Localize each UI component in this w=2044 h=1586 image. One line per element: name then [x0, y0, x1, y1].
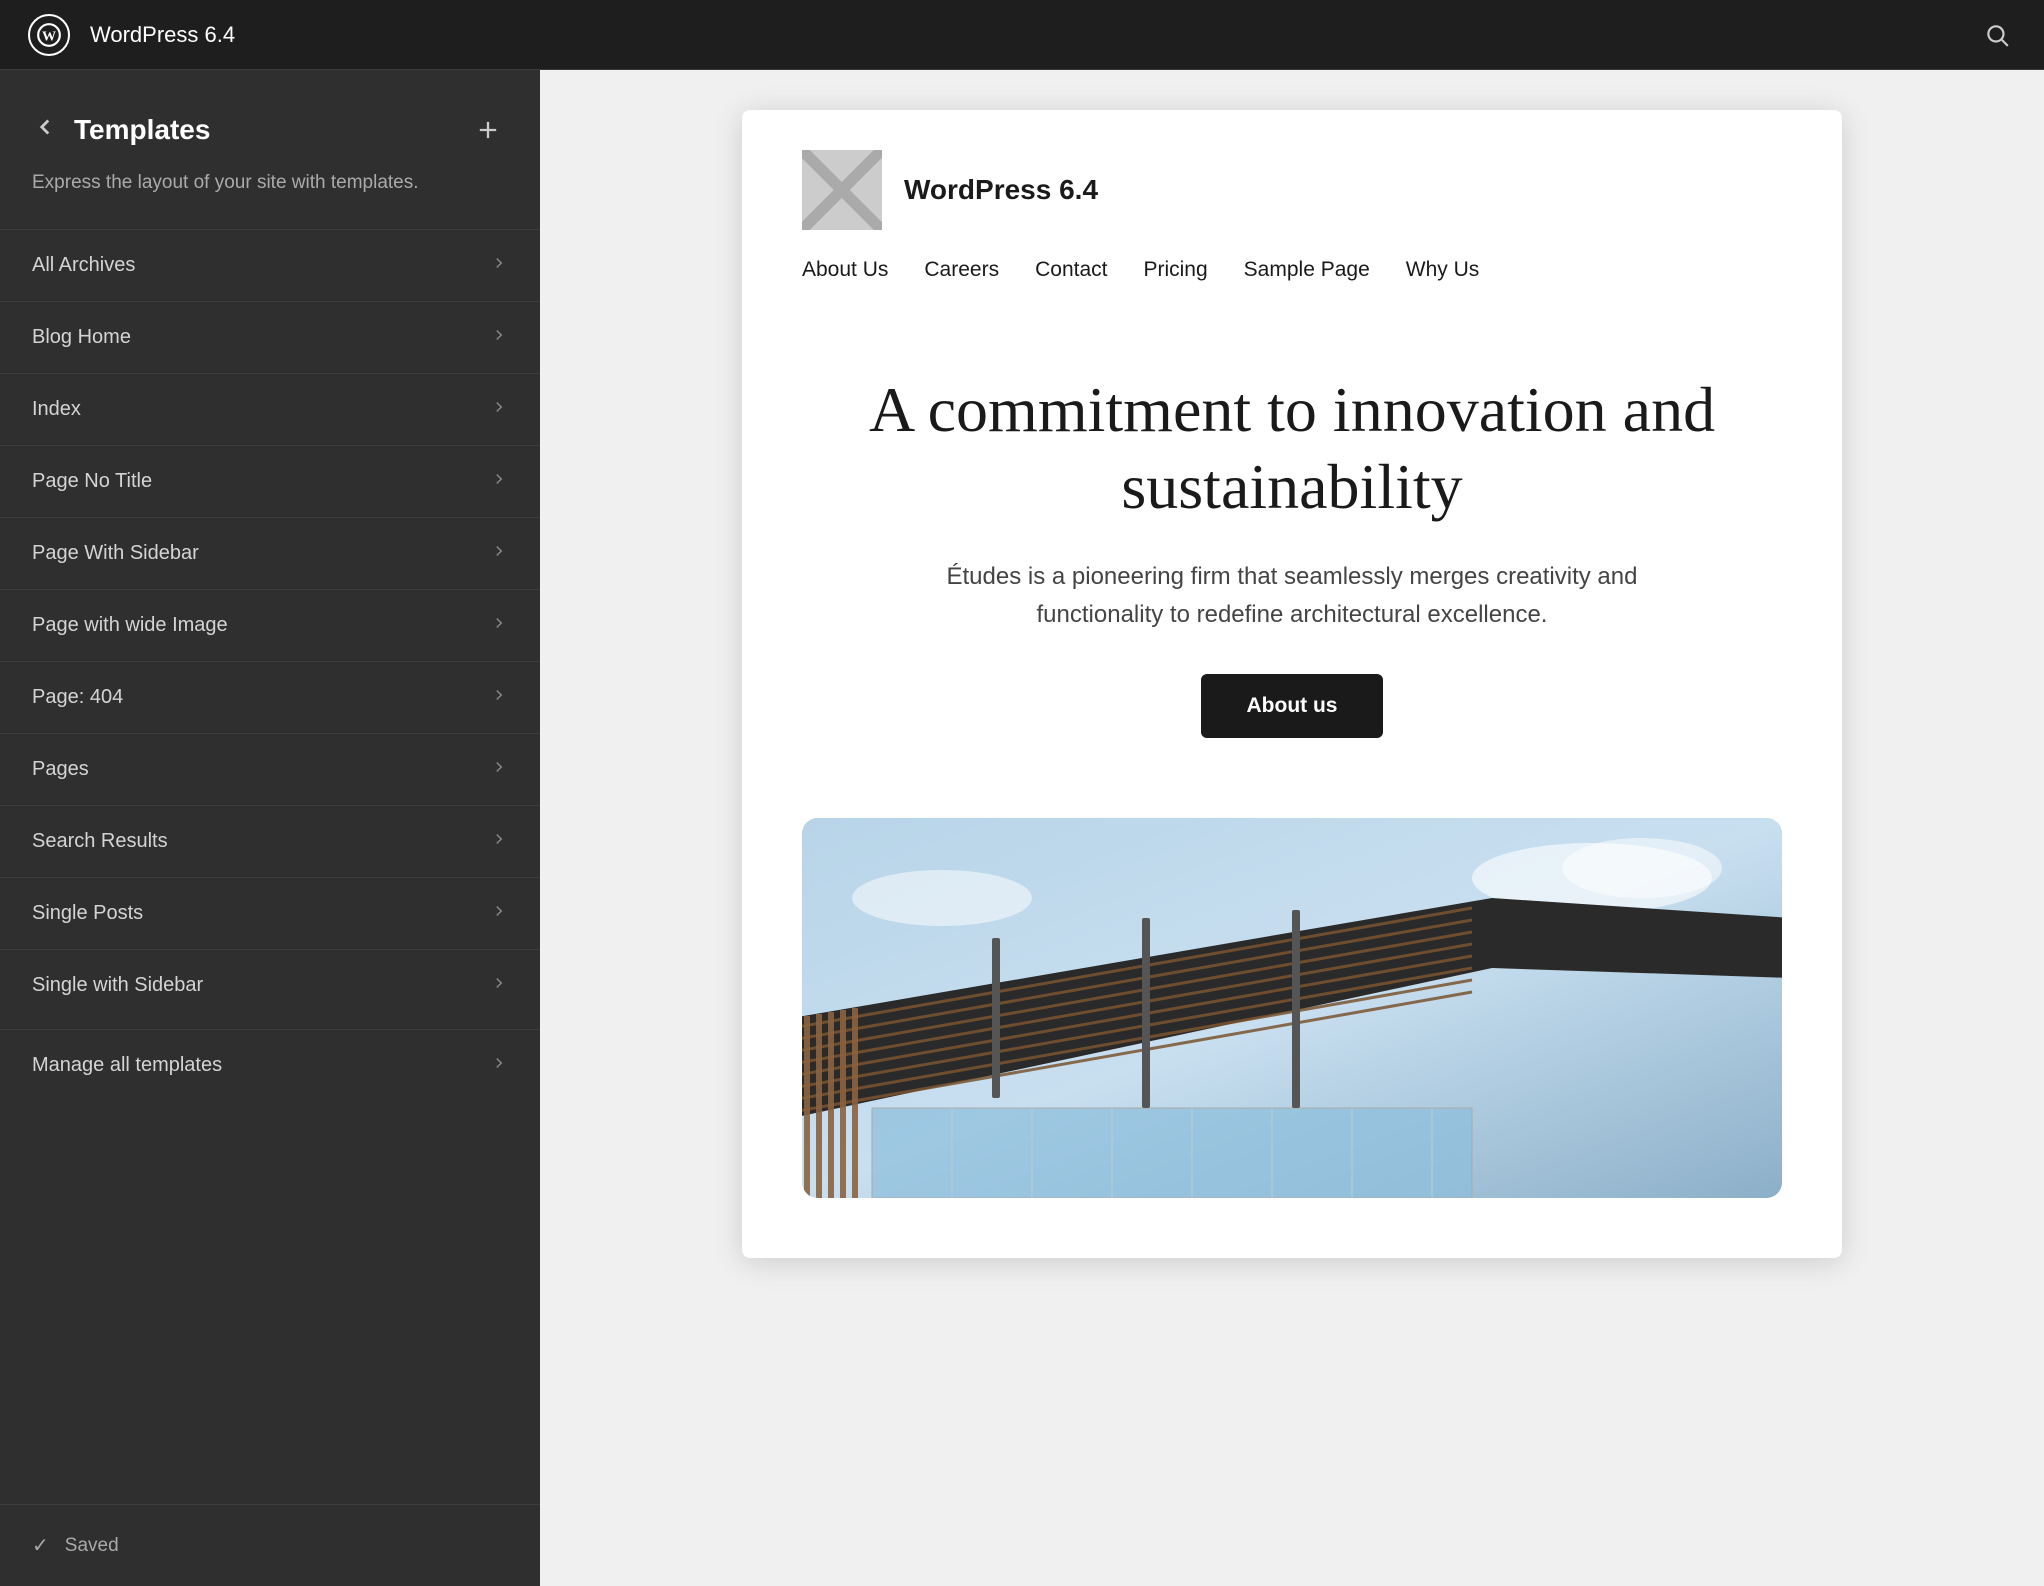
- add-template-button[interactable]: [468, 110, 508, 150]
- sidebar-item-label: Blog Home: [32, 326, 131, 349]
- sidebar-nav: All Archives Blog Home Index Page No T: [0, 229, 540, 1504]
- sidebar: Templates Express the layout of your sit…: [0, 70, 540, 1586]
- chevron-right-icon: [490, 614, 508, 637]
- site-logo: [802, 150, 882, 230]
- sidebar-item-page-404[interactable]: Page: 404: [0, 661, 540, 733]
- chevron-right-icon: [490, 398, 508, 421]
- chevron-right-icon: [490, 542, 508, 565]
- main-area: Templates Express the layout of your sit…: [0, 70, 2044, 1586]
- hero-cta-button[interactable]: About us: [1201, 674, 1384, 738]
- wp-logo[interactable]: W: [28, 14, 70, 56]
- sidebar-item-index[interactable]: Index: [0, 373, 540, 445]
- saved-check-icon: ✓: [32, 1533, 49, 1558]
- sidebar-item-label: Page: 404: [32, 686, 123, 709]
- hero-title: A commitment to innovation and sustainab…: [822, 372, 1762, 526]
- sidebar-item-label: Page with wide Image: [32, 614, 228, 637]
- chevron-right-icon: [490, 686, 508, 709]
- site-preview: WordPress 6.4 About Us Careers Contact Pric…: [742, 110, 1842, 1258]
- back-button[interactable]: [32, 114, 58, 147]
- sidebar-header: Templates: [0, 70, 540, 170]
- sidebar-item-search-results[interactable]: Search Results: [0, 805, 540, 877]
- sidebar-item-pages[interactable]: Pages: [0, 733, 540, 805]
- svg-text:W: W: [42, 28, 56, 44]
- nav-item-pricing[interactable]: Pricing: [1143, 258, 1207, 282]
- manage-all-templates[interactable]: Manage all templates: [0, 1029, 540, 1101]
- sidebar-description: Express the layout of your site with tem…: [0, 170, 540, 229]
- top-bar-title: WordPress 6.4: [90, 22, 1958, 48]
- preview-area: WordPress 6.4 About Us Careers Contact Pric…: [540, 70, 2044, 1586]
- sidebar-item-single-posts[interactable]: Single Posts: [0, 877, 540, 949]
- sidebar-footer: ✓ Saved: [0, 1504, 540, 1586]
- sidebar-title: Templates: [74, 114, 210, 146]
- chevron-right-icon: [490, 254, 508, 277]
- sidebar-item-page-with-wide-image[interactable]: Page with wide Image: [0, 589, 540, 661]
- chevron-right-icon: [490, 470, 508, 493]
- site-brand-name: WordPress 6.4: [904, 174, 1098, 206]
- sidebar-item-label: Pages: [32, 758, 89, 781]
- sidebar-item-label: Page No Title: [32, 470, 152, 493]
- chevron-right-icon: [490, 830, 508, 853]
- top-bar: W WordPress 6.4: [0, 0, 2044, 70]
- sidebar-item-label: Single Posts: [32, 902, 143, 925]
- chevron-right-icon: [490, 902, 508, 925]
- manage-templates-label: Manage all templates: [32, 1054, 222, 1077]
- chevron-right-icon: [490, 758, 508, 781]
- sidebar-item-label: All Archives: [32, 254, 135, 277]
- nav-item-sample-page[interactable]: Sample Page: [1244, 258, 1370, 282]
- chevron-right-icon: [490, 326, 508, 349]
- site-header: WordPress 6.4 About Us Careers Contact Pric…: [742, 110, 1842, 312]
- saved-label: Saved: [65, 1535, 119, 1557]
- nav-item-careers[interactable]: Careers: [924, 258, 999, 282]
- chevron-right-icon: [490, 974, 508, 997]
- building-image: [802, 818, 1782, 1198]
- chevron-right-icon: [490, 1054, 508, 1077]
- hero-section: A commitment to innovation and sustainab…: [742, 312, 1842, 788]
- hero-subtitle: Études is a pioneering firm that seamles…: [912, 558, 1672, 635]
- sidebar-header-left: Templates: [32, 114, 210, 147]
- sidebar-item-single-with-sidebar[interactable]: Single with Sidebar: [0, 949, 540, 1021]
- sidebar-item-page-no-title[interactable]: Page No Title: [0, 445, 540, 517]
- search-icon[interactable]: [1978, 16, 2016, 54]
- sidebar-item-label: Index: [32, 398, 81, 421]
- sidebar-item-label: Search Results: [32, 830, 168, 853]
- nav-item-why-us[interactable]: Why Us: [1406, 258, 1480, 282]
- sidebar-item-label: Single with Sidebar: [32, 974, 203, 997]
- nav-item-contact[interactable]: Contact: [1035, 258, 1107, 282]
- sidebar-item-blog-home[interactable]: Blog Home: [0, 301, 540, 373]
- sidebar-item-label: Page With Sidebar: [32, 542, 199, 565]
- nav-item-about-us[interactable]: About Us: [802, 258, 888, 282]
- site-brand: WordPress 6.4: [802, 150, 1782, 230]
- sidebar-item-page-with-sidebar[interactable]: Page With Sidebar: [0, 517, 540, 589]
- site-navigation: About Us Careers Contact Pricing Sample Page…: [802, 258, 1782, 282]
- sidebar-item-all-archives[interactable]: All Archives: [0, 229, 540, 301]
